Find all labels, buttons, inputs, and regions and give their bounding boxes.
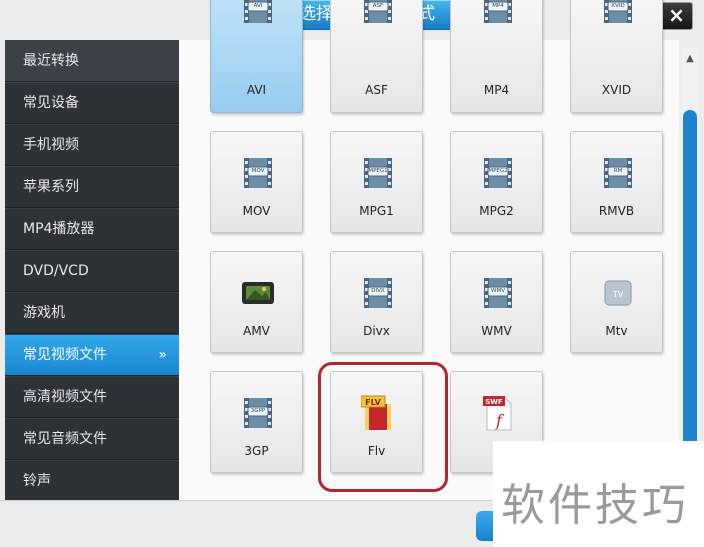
format-label: XVID [601, 83, 632, 97]
sidebar-item-ringtones[interactable]: 铃声 [5, 460, 179, 502]
close-button[interactable]: × [660, 2, 693, 30]
format-tile-rmvb[interactable]: RM RMVB [570, 131, 663, 233]
film-format-icon: TV [601, 274, 635, 312]
format-tile-mtv[interactable]: TV Mtv [570, 251, 663, 353]
sidebar-item-label: 常见设备 [23, 95, 79, 111]
scroll-up-arrow-icon[interactable]: ▲ [681, 48, 699, 70]
format-label: RMVB [598, 204, 635, 218]
format-label: MPG2 [479, 204, 514, 218]
format-icon-label: DIVX [371, 288, 385, 294]
category-sidebar: 最近转换 常见设备 手机视频 苹果系列 MP4播放器 DVD/VCD 游戏机 常… [5, 40, 179, 502]
format-icon-label: MOV [251, 168, 265, 174]
format-icon-label: AVI [253, 3, 263, 9]
format-tile-wmv[interactable]: WMV WMV [450, 251, 543, 353]
sidebar-item-mp4-player[interactable]: MP4播放器 [5, 208, 179, 250]
format-tile-xvid[interactable]: XVID XVID [570, 0, 663, 113]
film-format-icon: XVID [601, 0, 635, 27]
sidebar-item-apple[interactable]: 苹果系列 [5, 166, 179, 208]
format-label: Divx [363, 324, 390, 338]
svg-text:TV: TV [612, 290, 624, 299]
format-icon-label: MP4 [492, 3, 504, 9]
film-format-icon: MPEG2 [481, 154, 515, 192]
film-format-icon: ASF [361, 0, 395, 27]
format-tile-mov[interactable]: MOV MOV [210, 131, 303, 233]
format-tile-3gp[interactable]: 3GPP 3GP [210, 371, 303, 473]
format-tile-mp4[interactable]: MP4 MP4 [450, 0, 543, 113]
format-label: MP4 [483, 83, 510, 97]
sidebar-item-label: 手机视频 [23, 137, 79, 153]
format-icon-label: 3GPP [250, 408, 266, 414]
format-label: WMV [481, 324, 512, 338]
format-label: 3GP [244, 444, 269, 458]
watermark: 软件技巧 [493, 441, 704, 547]
film-format-icon: RM [601, 154, 635, 192]
format-icon-label: XVID [611, 3, 625, 9]
film-format-icon: MP4 [481, 0, 515, 27]
sidebar-item-game-console[interactable]: 游戏机 [5, 292, 179, 334]
format-tile-mpg1[interactable]: MPEG1 MPG1 [330, 131, 423, 233]
sidebar-item-common-devices[interactable]: 常见设备 [5, 82, 179, 124]
film-format-icon: AVI [241, 0, 275, 27]
sidebar-item-label: 常见视频文件 [23, 347, 107, 363]
vertical-scrollbar[interactable]: ▲ [681, 48, 699, 448]
sidebar-item-recent[interactable]: 最近转换 [5, 40, 179, 82]
format-tile-avi[interactable]: AVI AVI [210, 0, 303, 113]
sidebar-item-audio-files[interactable]: 常见音频文件 [5, 418, 179, 460]
svg-text:SWF: SWF [485, 398, 503, 406]
sidebar-item-label: 高清视频文件 [23, 389, 107, 405]
format-tile-mpg2[interactable]: MPEG2 MPG2 [450, 131, 543, 233]
format-label: AMV [243, 324, 270, 338]
format-icon-label: ASF [372, 3, 384, 9]
film-format-icon [241, 274, 275, 312]
sidebar-item-label: 游戏机 [23, 305, 65, 321]
format-tile-divx[interactable]: DIVX Divx [330, 251, 423, 353]
format-label: ASF [365, 83, 388, 97]
format-label: Mtv [605, 324, 628, 338]
sidebar-item-label: 常见音频文件 [23, 431, 107, 447]
film-format-icon: MPEG1 [361, 154, 395, 192]
format-dialog: 选择转换成的格式 × 最近转换 常见设备 手机视频 苹果系列 MP4播放器 DV… [0, 0, 704, 547]
scroll-thumb[interactable] [683, 110, 697, 448]
format-icon-label: MPEG2 [488, 168, 508, 174]
format-tile-amv[interactable]: AMV [210, 251, 303, 353]
watermark-text: 软件技巧 [501, 480, 689, 531]
close-icon: × [668, 3, 685, 27]
film-format-icon: 3GPP [241, 394, 275, 432]
format-icon-label: RM [613, 168, 623, 174]
format-tile-asf[interactable]: ASF ASF [330, 0, 423, 113]
chevron-right-icon: » [158, 347, 167, 363]
format-label: MPG1 [359, 204, 394, 218]
film-format-icon: WMV [481, 274, 515, 312]
sidebar-item-common-video-files[interactable]: 常见视频文件 » [5, 334, 179, 376]
format-label: MOV [242, 204, 271, 218]
sidebar-item-label: 铃声 [23, 473, 51, 489]
format-icon-label: WMV [491, 288, 505, 294]
highlight-ring [318, 362, 448, 492]
sidebar-item-dvd-vcd[interactable]: DVD/VCD [5, 250, 179, 292]
sidebar-item-label: 苹果系列 [23, 179, 79, 195]
sidebar-item-label: DVD/VCD [23, 263, 89, 279]
sidebar-item-label: 最近转换 [23, 53, 79, 69]
sidebar-item-hd-video-files[interactable]: 高清视频文件 [5, 376, 179, 418]
film-format-icon: MOV [241, 154, 275, 192]
film-format-icon: SWF f [481, 394, 515, 432]
film-format-icon: DIVX [361, 274, 395, 312]
sidebar-item-label: MP4播放器 [23, 221, 95, 237]
format-icon-label: MPEG1 [368, 168, 388, 174]
sidebar-item-mobile-video[interactable]: 手机视频 [5, 124, 179, 166]
format-label: AVI [246, 83, 267, 97]
